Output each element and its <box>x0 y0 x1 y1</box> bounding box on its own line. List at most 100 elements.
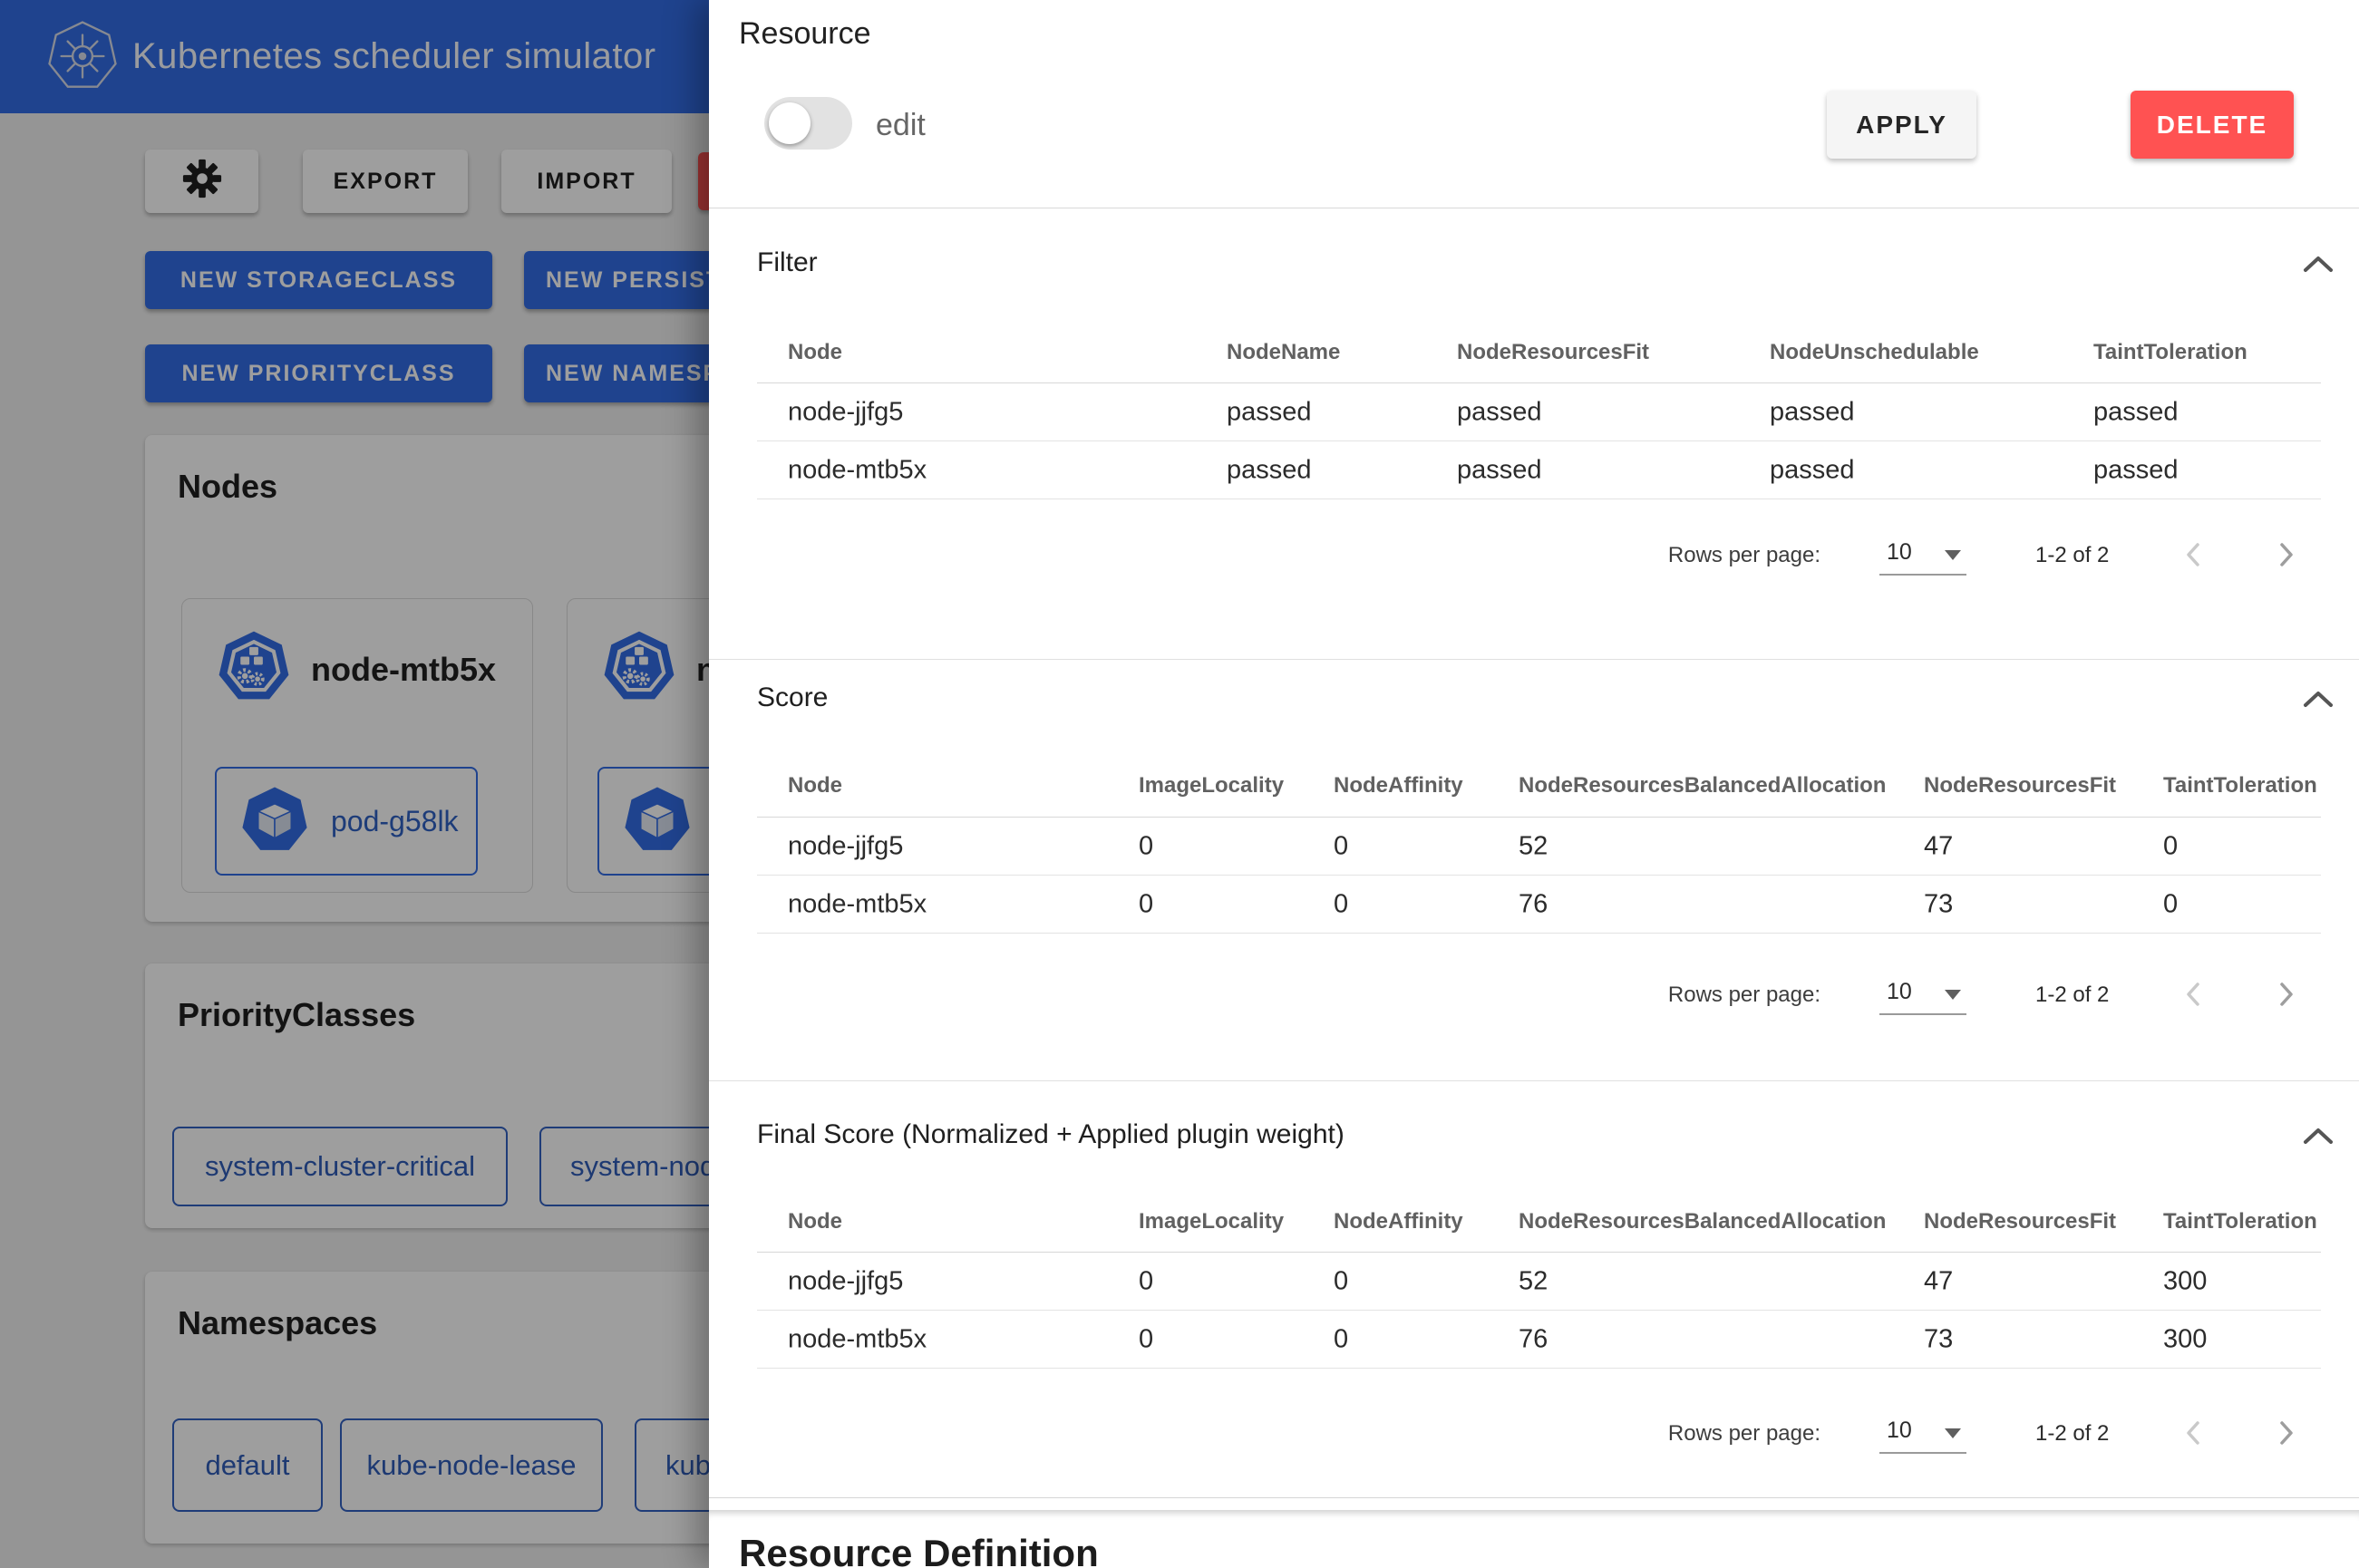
cell-value: passed <box>1457 397 1542 427</box>
column-header: NodeResourcesFit <box>1924 773 2116 799</box>
table-header-row-filter: Node NodeName NodeResourcesFit NodeUnschedu… <box>757 322 2321 383</box>
rows-per-page-label: Rows per page: <box>1668 1421 1820 1447</box>
resource-drawer: Resource edit APPLY DELETE FilterNodeNod… <box>709 0 2359 1568</box>
rows-per-page-select[interactable]: 10 <box>1879 1414 1966 1454</box>
cell-node-name: node-jjfg5 <box>788 397 903 427</box>
cell-value: 73 <box>1924 889 1953 919</box>
section-title-filter: Filter <box>757 245 818 281</box>
cell-value: passed <box>1227 397 1312 427</box>
card-separator <box>709 1497 2359 1510</box>
column-header: NodeAffinity <box>1334 1209 1463 1234</box>
cell-value: 300 <box>2163 1324 2207 1354</box>
pagination-range: 1-2 of 2 <box>2035 982 2109 1008</box>
cell-value: 0 <box>1334 1266 1348 1296</box>
cell-value: 76 <box>1519 1324 1548 1354</box>
cell-value: 76 <box>1519 889 1548 919</box>
column-header: ImageLocality <box>1139 1209 1284 1234</box>
cell-value: 0 <box>1139 831 1153 861</box>
apply-button[interactable]: APPLY <box>1827 91 1976 159</box>
column-header: Node <box>788 773 842 799</box>
cell-value: 52 <box>1519 831 1548 861</box>
cell-value: 0 <box>1139 1324 1153 1354</box>
cell-value: 47 <box>1924 831 1953 861</box>
cell-node-name: node-jjfg5 <box>788 831 903 861</box>
rows-per-page-value: 10 <box>1887 539 1912 566</box>
cell-value: 0 <box>1139 889 1153 919</box>
table-row: node-mtb5x 0 0 76 73 300 <box>757 1311 2321 1369</box>
table-row: node-mtb5x 0 0 76 73 0 <box>757 876 2321 934</box>
resource-definition-heading: Resource Definition <box>739 1532 1099 1568</box>
cell-node-name: node-mtb5x <box>788 455 927 485</box>
pagination-range: 1-2 of 2 <box>2035 543 2109 568</box>
rows-per-page-value: 10 <box>1887 1418 1912 1444</box>
column-header: TaintToleration <box>2163 1209 2317 1234</box>
next-page-button[interactable] <box>2267 977 2304 1013</box>
section-divider <box>709 1080 2359 1081</box>
cell-value: passed <box>1770 455 1855 485</box>
previous-page-button[interactable] <box>2176 537 2212 574</box>
cell-value: passed <box>1770 397 1855 427</box>
edit-toggle[interactable] <box>764 97 852 150</box>
column-header: TaintToleration <box>2163 773 2317 799</box>
column-header: NodeResourcesBalancedAllocation <box>1519 1209 1886 1234</box>
cell-node-name: node-mtb5x <box>788 889 927 919</box>
column-header: NodeName <box>1227 340 1340 365</box>
rows-per-page-select[interactable]: 10 <box>1879 975 1966 1015</box>
column-header: NodeResourcesFit <box>1457 340 1649 365</box>
pagination-range: 1-2 of 2 <box>2035 1421 2109 1447</box>
cell-value: passed <box>2093 455 2179 485</box>
drawer-title: Resource <box>739 16 871 52</box>
table-row: node-mtb5x passed passed passed passed <box>757 441 2321 499</box>
cell-node-name: node-jjfg5 <box>788 1266 903 1296</box>
table-header-row-final: Node ImageLocality NodeAffinity NodeResourc… <box>757 1191 2321 1253</box>
app: Kubernetes scheduler simulator <box>0 0 2359 1568</box>
table-header-row-score: Node ImageLocality NodeAffinity NodeResourc… <box>757 754 2321 818</box>
cell-value: 300 <box>2163 1266 2207 1296</box>
rows-per-page-label: Rows per page: <box>1668 982 1820 1008</box>
section-title-final: Final Score (Normalized + Applied plugin… <box>757 1117 1345 1153</box>
previous-page-button[interactable] <box>2176 977 2212 1013</box>
column-header: Node <box>788 340 842 365</box>
column-header: NodeAffinity <box>1334 773 1463 799</box>
table-row: node-jjfg5 0 0 52 47 0 <box>757 818 2321 876</box>
column-header: NodeResourcesBalancedAllocation <box>1519 773 1886 799</box>
pagination-score: Rows per page: 10 1-2 of 2 <box>709 966 2359 1024</box>
cell-value: passed <box>1457 455 1542 485</box>
toggle-knob <box>769 102 811 144</box>
collapse-chevron-up-icon[interactable] <box>2300 247 2336 283</box>
cell-value: 52 <box>1519 1266 1548 1296</box>
section-divider <box>709 659 2359 660</box>
next-page-button[interactable] <box>2267 537 2304 574</box>
pagination-filter: Rows per page: 10 1-2 of 2 <box>709 527 2359 585</box>
edit-toggle-label: edit <box>876 108 926 143</box>
collapse-chevron-up-icon[interactable] <box>2300 1118 2336 1155</box>
cell-value: 0 <box>1334 1324 1348 1354</box>
dropdown-arrow-icon <box>1945 990 1961 1000</box>
drawer-header: Resource edit APPLY DELETE <box>709 0 2359 208</box>
cell-value: 0 <box>2163 889 2178 919</box>
collapse-chevron-up-icon[interactable] <box>2300 682 2336 718</box>
cell-node-name: node-mtb5x <box>788 1324 927 1354</box>
next-page-button[interactable] <box>2267 1416 2304 1452</box>
cell-value: 0 <box>1139 1266 1153 1296</box>
cell-value: 0 <box>2163 831 2178 861</box>
section-title-score: Score <box>757 680 828 716</box>
cell-value: 47 <box>1924 1266 1953 1296</box>
table-row: node-jjfg5 passed passed passed passed <box>757 383 2321 441</box>
rows-per-page-label: Rows per page: <box>1668 543 1820 568</box>
column-header: TaintToleration <box>2093 340 2247 365</box>
delete-button[interactable]: DELETE <box>2131 91 2294 159</box>
previous-page-button[interactable] <box>2176 1416 2212 1452</box>
dropdown-arrow-icon <box>1945 1428 1961 1438</box>
dropdown-arrow-icon <box>1945 550 1961 560</box>
cell-value: passed <box>2093 397 2179 427</box>
column-header: Node <box>788 1209 842 1234</box>
column-header: ImageLocality <box>1139 773 1284 799</box>
cell-value: 0 <box>1334 889 1348 919</box>
cell-value: 0 <box>1334 831 1348 861</box>
column-header: NodeUnschedulable <box>1770 340 1979 365</box>
cell-value: 73 <box>1924 1324 1953 1354</box>
rows-per-page-select[interactable]: 10 <box>1879 536 1966 576</box>
cell-value: passed <box>1227 455 1312 485</box>
rows-per-page-value: 10 <box>1887 979 1912 1005</box>
